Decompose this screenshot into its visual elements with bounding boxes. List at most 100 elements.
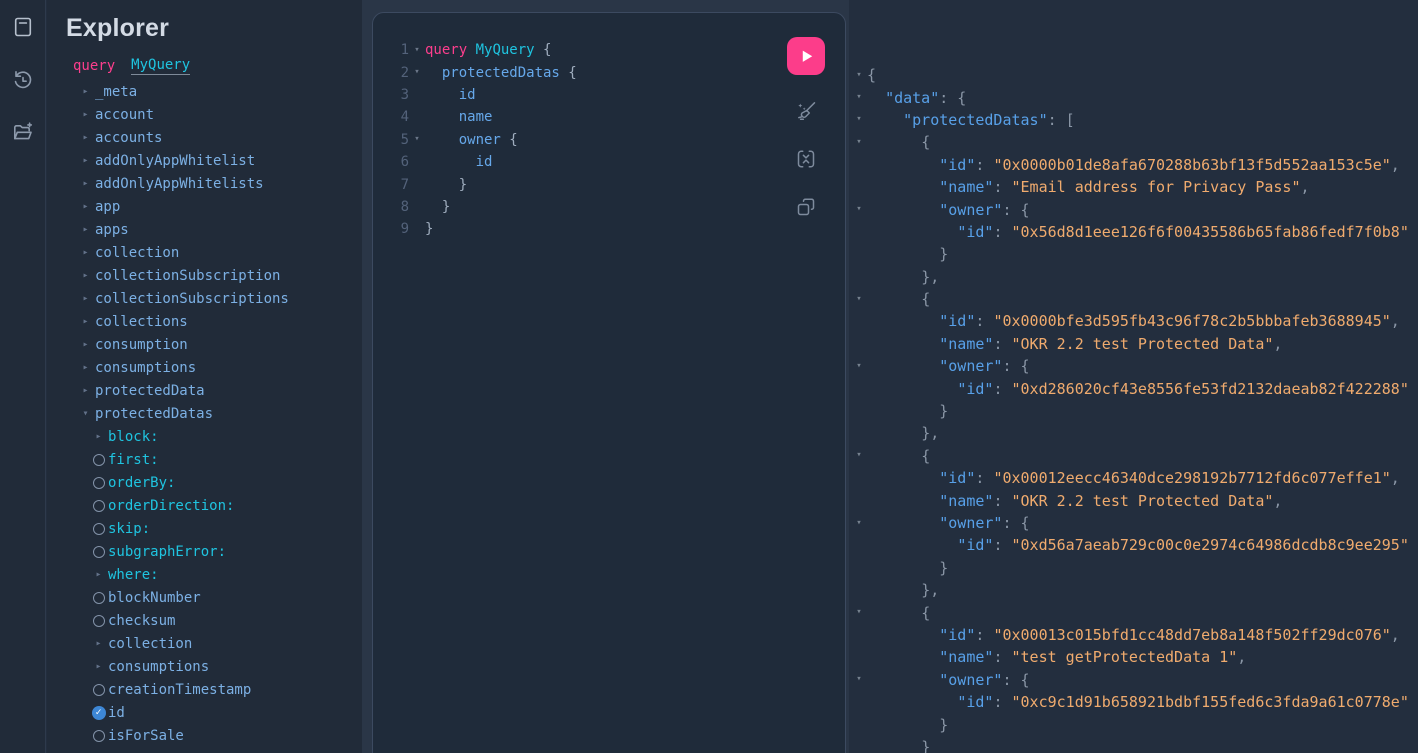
chevron-right-icon[interactable]: ▸ (82, 202, 88, 212)
chevron-right-icon[interactable]: ▸ (82, 225, 88, 235)
item-marker[interactable]: ▸ (78, 310, 93, 333)
query-editor[interactable]: 1▾query MyQuery {2▾ protectedDatas {3 id… (385, 39, 769, 241)
field-checkbox-unchecked[interactable] (93, 684, 105, 696)
explorer-item-app[interactable]: ▸app (78, 195, 289, 218)
query-editor-panel[interactable]: 1▾query MyQuery {2▾ protectedDatas {3 id… (372, 12, 846, 753)
chevron-right-icon[interactable]: ▸ (82, 133, 88, 143)
explorer-item-_meta[interactable]: ▸_meta (78, 80, 289, 103)
explorer-item-addOnlyAppWhitelists[interactable]: ▸addOnlyAppWhitelists (78, 172, 289, 195)
chevron-right-icon[interactable]: ▸ (95, 570, 101, 580)
explorer-item-protectedData[interactable]: ▸protectedData (78, 379, 289, 402)
item-marker[interactable] (91, 724, 106, 747)
fold-arrow-icon[interactable]: ▾ (851, 608, 867, 617)
fold-arrow-icon[interactable]: ▾ (851, 93, 867, 102)
item-marker[interactable]: ▸ (78, 287, 93, 310)
execute-query-button[interactable] (787, 37, 825, 75)
explorer-item-skip[interactable]: skip: (91, 517, 289, 540)
item-marker[interactable]: ▸ (78, 379, 93, 402)
docs-icon[interactable] (10, 14, 36, 40)
explorer-item-checksum[interactable]: checksum (91, 609, 289, 632)
chevron-right-icon[interactable]: ▸ (82, 271, 88, 281)
editor-line[interactable]: 6 id (385, 151, 769, 173)
explorer-item-protectedDatas[interactable]: ▾protectedDatas (78, 402, 289, 425)
item-marker[interactable]: ▸ (78, 264, 93, 287)
explorer-item-orderDirection[interactable]: orderDirection: (91, 494, 289, 517)
explorer-item-apps[interactable]: ▸apps (78, 218, 289, 241)
item-marker[interactable]: ▸ (78, 126, 93, 149)
fold-arrow-icon[interactable]: ▾ (851, 71, 867, 80)
explorer-item-blockNumber[interactable]: blockNumber (91, 586, 289, 609)
explorer-item-accounts[interactable]: ▸accounts (78, 126, 289, 149)
field-checkbox-unchecked[interactable] (93, 730, 105, 742)
explorer-item-subgraphError[interactable]: subgraphError: (91, 540, 289, 563)
field-checkbox-unchecked[interactable] (93, 592, 105, 604)
item-marker[interactable] (91, 586, 106, 609)
chevron-right-icon[interactable]: ▸ (82, 248, 88, 258)
explorer-item-addOnlyAppWhitelist[interactable]: ▸addOnlyAppWhitelist (78, 149, 289, 172)
fold-arrow-icon[interactable]: ▾ (409, 46, 425, 55)
item-marker[interactable]: ✓ (91, 701, 106, 724)
editor-line[interactable]: 1▾query MyQuery { (385, 39, 769, 61)
operation-name-input[interactable]: MyQuery (131, 57, 190, 75)
explorer-item-collection[interactable]: ▸collection (91, 632, 289, 655)
editor-line[interactable]: 3 id (385, 84, 769, 106)
explorer-item-id[interactable]: ✓id (91, 701, 289, 724)
item-marker[interactable] (91, 494, 106, 517)
editor-line[interactable]: 4 name (385, 106, 769, 128)
chevron-right-icon[interactable]: ▸ (95, 432, 101, 442)
field-checkbox-unchecked[interactable] (93, 523, 105, 535)
item-marker[interactable]: ▸ (91, 655, 106, 678)
fold-arrow-icon[interactable]: ▾ (851, 451, 867, 460)
explorer-item-where[interactable]: ▸where: (91, 563, 289, 586)
explorer-item-account[interactable]: ▸account (78, 103, 289, 126)
explorer-item-collection[interactable]: ▸collection (78, 241, 289, 264)
item-marker[interactable]: ▸ (78, 149, 93, 172)
editor-line[interactable]: 9} (385, 218, 769, 240)
chevron-right-icon[interactable]: ▸ (82, 340, 88, 350)
explorer-item-consumptions[interactable]: ▸consumptions (91, 655, 289, 678)
history-icon[interactable] (10, 67, 36, 93)
chevron-right-icon[interactable]: ▸ (82, 386, 88, 396)
chevron-right-icon[interactable]: ▸ (82, 87, 88, 97)
copy-icon[interactable] (794, 195, 818, 219)
editor-line[interactable]: 7 } (385, 173, 769, 195)
explorer-item-creationTimestamp[interactable]: creationTimestamp (91, 678, 289, 701)
editor-line[interactable]: 8 } (385, 196, 769, 218)
item-marker[interactable]: ▸ (91, 425, 106, 448)
chevron-right-icon[interactable]: ▸ (82, 363, 88, 373)
editor-line[interactable]: 5▾ owner { (385, 129, 769, 151)
item-marker[interactable] (91, 678, 106, 701)
item-marker[interactable] (91, 540, 106, 563)
fold-arrow-icon[interactable]: ▾ (851, 205, 867, 214)
chevron-right-icon[interactable]: ▸ (82, 156, 88, 166)
folder-plus-icon[interactable] (10, 119, 36, 145)
chevron-right-icon[interactable]: ▸ (82, 110, 88, 120)
item-marker[interactable]: ▸ (78, 356, 93, 379)
fold-arrow-icon[interactable]: ▾ (409, 68, 425, 77)
fold-arrow-icon[interactable]: ▾ (851, 115, 867, 124)
chevron-down-icon[interactable]: ▾ (82, 409, 88, 419)
field-checkbox-checked[interactable]: ✓ (92, 706, 106, 720)
field-checkbox-unchecked[interactable] (93, 500, 105, 512)
item-marker[interactable] (91, 517, 106, 540)
explorer-item-isForSale[interactable]: isForSale (91, 724, 289, 747)
item-marker[interactable]: ▸ (91, 632, 106, 655)
item-marker[interactable]: ▸ (91, 563, 106, 586)
field-checkbox-unchecked[interactable] (93, 454, 105, 466)
item-marker[interactable]: ▸ (78, 103, 93, 126)
explorer-item-collectionSubscription[interactable]: ▸collectionSubscription (78, 264, 289, 287)
item-marker[interactable] (91, 471, 106, 494)
item-marker[interactable]: ▾ (78, 402, 93, 425)
fold-arrow-icon[interactable]: ▾ (851, 675, 867, 684)
item-marker[interactable]: ▸ (78, 172, 93, 195)
item-marker[interactable]: ▸ (78, 241, 93, 264)
fold-arrow-icon[interactable]: ▾ (851, 138, 867, 147)
item-marker[interactable]: ▸ (78, 333, 93, 356)
field-checkbox-unchecked[interactable] (93, 546, 105, 558)
explorer-item-consumptions[interactable]: ▸consumptions (78, 356, 289, 379)
chevron-right-icon[interactable]: ▸ (95, 662, 101, 672)
chevron-right-icon[interactable]: ▸ (82, 317, 88, 327)
fold-arrow-icon[interactable]: ▾ (851, 362, 867, 371)
item-marker[interactable]: ▸ (78, 218, 93, 241)
merge-fragments-icon[interactable] (794, 147, 818, 171)
